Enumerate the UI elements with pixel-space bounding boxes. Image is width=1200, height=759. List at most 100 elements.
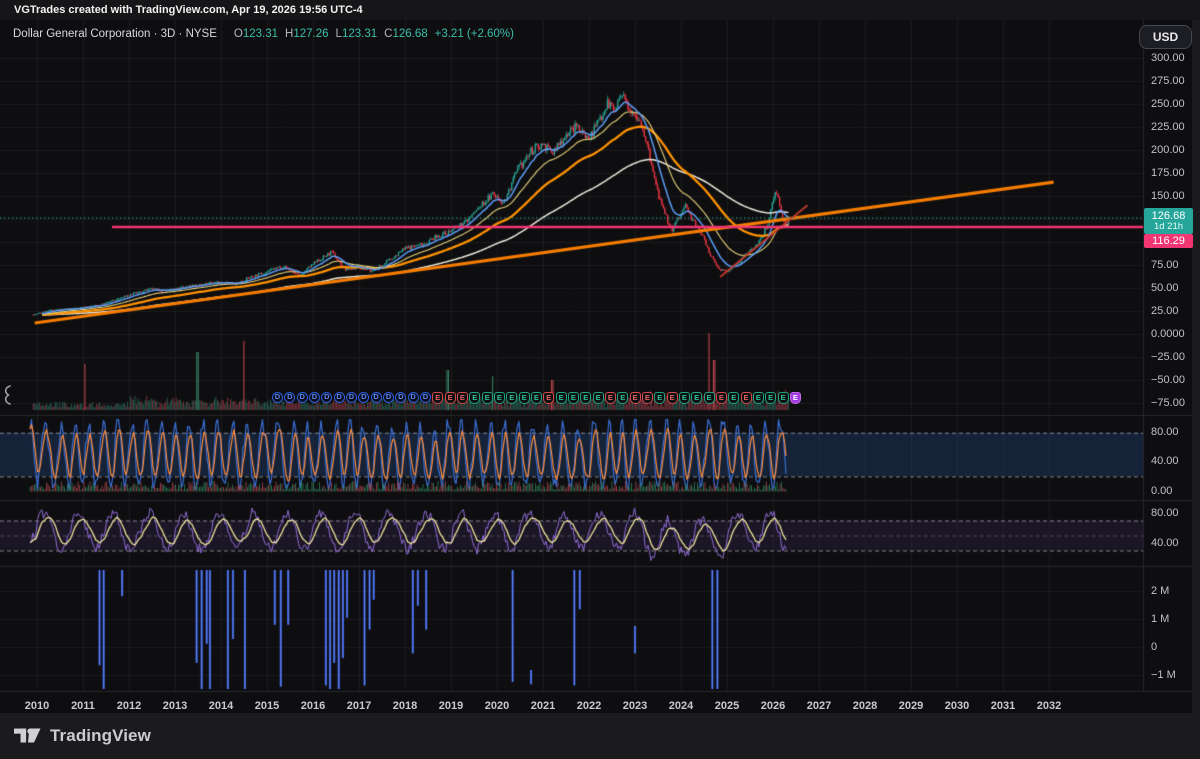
dividend-badge[interactable]: D xyxy=(395,392,407,403)
price-axis[interactable]: 300.00 275.00 250.00 225.00 200.00 175.00 150.… xyxy=(1146,20,1192,713)
axis-tick-label: 175.00 xyxy=(1151,166,1185,179)
earnings-badge[interactable]: E xyxy=(592,392,604,404)
dividend-badge[interactable]: D xyxy=(308,392,320,403)
year-label: 2030 xyxy=(944,700,970,712)
earnings-badge[interactable]: E xyxy=(518,392,530,404)
earnings-badge[interactable]: E xyxy=(752,392,764,404)
earnings-badge[interactable]: E xyxy=(715,392,727,404)
tradingview-brand[interactable]: TradingView xyxy=(50,726,151,746)
ohlc-values: O123.31 H127.26 L123.31 C126.68 xyxy=(227,28,428,40)
year-label: 2024 xyxy=(668,700,694,712)
year-label: 2016 xyxy=(300,700,326,712)
year-label: 2020 xyxy=(484,700,510,712)
dividend-badge[interactable]: D xyxy=(419,392,431,403)
change-value: +3.21 (+2.60%) xyxy=(434,28,514,40)
attribution-bar: VGTrades created with TradingView.com, A… xyxy=(0,0,1200,20)
earnings-badge[interactable]: E xyxy=(678,392,690,404)
earnings-badge[interactable]: E xyxy=(666,392,678,404)
year-label: 2019 xyxy=(438,700,464,712)
axis-tick-label: −50.00 xyxy=(1151,373,1185,386)
axis-tick-label: 0 xyxy=(1151,640,1158,653)
year-label: 2027 xyxy=(806,700,832,712)
year-label: 2018 xyxy=(392,700,418,712)
earnings-badge[interactable]: E xyxy=(604,392,616,404)
dividend-badge[interactable]: D xyxy=(272,392,283,403)
earnings-badge[interactable]: E xyxy=(555,392,567,404)
dividend-badge[interactable]: D xyxy=(370,392,382,403)
price-chart-canvas[interactable] xyxy=(0,20,1192,713)
axis-tick-label: 150.00 xyxy=(1151,189,1185,202)
chart-area[interactable]: Dollar General Corporation · 3D · NYSE O1… xyxy=(0,20,1193,713)
pane-collapse-icon[interactable] xyxy=(1,384,13,406)
last-price-badge: 126.68 1d 21h xyxy=(1144,208,1193,234)
earnings-badge[interactable]: E xyxy=(444,392,456,404)
axis-tick-label: 40.00 xyxy=(1151,536,1179,549)
earnings-badge[interactable]: E xyxy=(703,392,715,404)
dividend-badge[interactable]: D xyxy=(321,392,333,403)
year-label: 2029 xyxy=(898,700,924,712)
axis-tick-label: −25.00 xyxy=(1151,350,1185,363)
year-label: 2031 xyxy=(990,700,1016,712)
tradingview-logo-icon[interactable] xyxy=(14,726,41,746)
dividend-badge[interactable]: D xyxy=(382,392,394,403)
earnings-badge[interactable]: E xyxy=(530,392,542,404)
axis-tick-label: −1 M xyxy=(1151,668,1176,681)
year-label: 2022 xyxy=(576,700,602,712)
year-label: 2015 xyxy=(254,700,280,712)
earnings-badge[interactable]: E xyxy=(543,392,555,404)
ohlc-letter: O xyxy=(233,28,243,40)
footer-bar: TradingView xyxy=(0,713,1200,759)
dividend-badge[interactable]: D xyxy=(333,392,345,403)
year-label: 2028 xyxy=(852,700,878,712)
axis-tick-label: 50.00 xyxy=(1151,281,1179,294)
time-axis[interactable]: 2010 2011 2012 2013 2014 2015 2016 2017 2018 2019… xyxy=(0,696,1192,712)
earnings-badge[interactable]: E xyxy=(740,392,752,404)
year-label: 2017 xyxy=(346,700,372,712)
earnings-badge[interactable]: E xyxy=(691,392,703,404)
earnings-badge[interactable]: E xyxy=(654,392,666,404)
axis-tick-label: 0.00 xyxy=(1151,484,1173,497)
symbol-title[interactable]: Dollar General Corporation · 3D · NYSE xyxy=(13,28,217,40)
axis-tick-label: 80.00 xyxy=(1151,506,1179,519)
earnings-badge[interactable]: E xyxy=(617,392,629,404)
year-label: 2025 xyxy=(714,700,740,712)
earnings-badge[interactable]: E xyxy=(789,392,801,404)
symbol-legend[interactable]: Dollar General Corporation · 3D · NYSE O1… xyxy=(13,28,514,40)
axis-tick-label: 250.00 xyxy=(1151,97,1185,110)
axis-tick-label: 25.00 xyxy=(1151,304,1179,317)
tradingview-chart-page: VGTrades created with TradingView.com, A… xyxy=(0,0,1200,759)
earnings-badge[interactable]: E xyxy=(580,392,592,404)
earnings-badge[interactable]: E xyxy=(493,392,505,404)
earnings-badge[interactable]: E xyxy=(456,392,468,404)
axis-tick-label: 0.0000 xyxy=(1151,327,1185,340)
ohlc-value: 123.31 xyxy=(242,28,279,40)
dividend-badge[interactable]: D xyxy=(296,392,308,403)
earnings-badge[interactable]: E xyxy=(506,392,518,404)
axis-tick-label: 80.00 xyxy=(1151,426,1179,439)
earnings-badge[interactable]: E xyxy=(728,392,740,404)
dividend-badge[interactable]: D xyxy=(345,392,357,403)
earnings-badge[interactable]: E xyxy=(481,392,493,404)
ohlc-value: 126.68 xyxy=(392,28,428,40)
dividend-badge[interactable]: D xyxy=(407,392,419,403)
currency-button[interactable]: USD xyxy=(1139,25,1192,49)
year-label: 2012 xyxy=(116,700,142,712)
axis-tick-label: 225.00 xyxy=(1151,120,1185,133)
earnings-badge[interactable]: E xyxy=(567,392,579,404)
alert-price-value: 116.29 xyxy=(1152,235,1185,247)
dividend-badge[interactable]: D xyxy=(284,392,296,403)
year-label: 2021 xyxy=(530,700,556,712)
earnings-badge[interactable]: E xyxy=(432,392,444,404)
earnings-badge[interactable]: E xyxy=(777,392,789,404)
earnings-badge[interactable]: E xyxy=(641,392,653,404)
earnings-badge[interactable]: E xyxy=(469,392,481,404)
attribution-text: VGTrades created with TradingView.com, A… xyxy=(14,4,363,16)
year-label: 2010 xyxy=(24,700,50,712)
ohlc-value: 127.26 xyxy=(293,28,329,40)
year-label: 2014 xyxy=(208,700,234,712)
earnings-badge[interactable]: E xyxy=(629,392,641,404)
bar-countdown: 1d 21h xyxy=(1153,221,1184,232)
earnings-badge[interactable]: E xyxy=(765,392,777,404)
dividend-badge[interactable]: D xyxy=(358,392,370,403)
year-label: 2032 xyxy=(1036,700,1062,712)
